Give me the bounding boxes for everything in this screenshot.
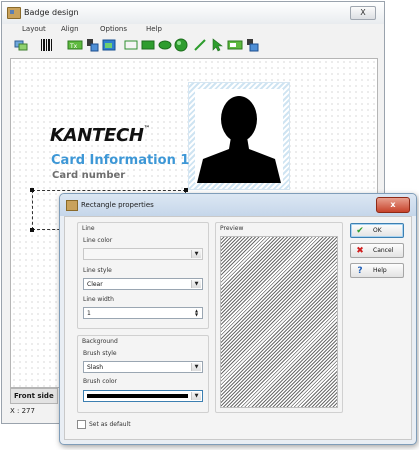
line-style-select[interactable]: Clear ▼ <box>83 278 203 290</box>
photo-frame <box>195 89 283 183</box>
menu-align[interactable]: Align <box>61 25 79 33</box>
ok-button[interactable]: ✔ OK <box>350 223 404 238</box>
line-style-value: Clear <box>87 281 103 288</box>
ok-button-label: OK <box>373 227 382 234</box>
help-button-label: Help <box>373 267 387 274</box>
preview-group: Preview <box>215 222 343 413</box>
layers-icon[interactable] <box>245 38 259 52</box>
kantech-logo[interactable]: KANTECH™ <box>50 125 150 146</box>
rectangle-properties-dialog: Rectangle properties x Line Line color ▼… <box>59 193 417 445</box>
line-group-title: Line <box>81 225 96 232</box>
image-icon[interactable] <box>102 38 116 52</box>
brush-style-value: Slash <box>87 364 104 371</box>
line-color-select[interactable]: ▼ <box>83 248 203 260</box>
resize-handle[interactable] <box>30 228 34 232</box>
window-titlebar: Badge design X <box>2 2 384 24</box>
line-width-value: 1 <box>87 310 91 317</box>
set-as-default-label: Set as default <box>89 421 131 428</box>
svg-text:Tx: Tx <box>69 43 78 50</box>
dialog-app-icon <box>66 200 78 211</box>
brush-style-label: Brush style <box>83 350 117 357</box>
cancel-button-label: Cancel <box>373 247 394 254</box>
background-group: Background Brush style Slash ▼ Brush col… <box>77 335 209 413</box>
dialog-body: Line Line color ▼ Line style Clear ▼ Lin… <box>64 216 412 440</box>
select-cards-icon[interactable] <box>14 38 28 52</box>
spin-arrows-icon[interactable]: ▲ ▼ <box>192 309 201 317</box>
line-color-label: Line color <box>83 237 113 244</box>
ellipse-icon[interactable] <box>158 38 172 52</box>
text-field-icon[interactable] <box>227 38 243 52</box>
menu-help[interactable]: Help <box>146 25 162 33</box>
help-icon: ? <box>357 266 363 276</box>
chevron-down-icon[interactable]: ▼ <box>191 392 201 400</box>
line-icon[interactable] <box>193 38 207 52</box>
status-coordinates: X : 277 <box>10 407 35 415</box>
window-title: Badge design <box>24 8 79 17</box>
line-width-label: Line width <box>83 296 114 303</box>
chevron-down-icon[interactable]: ▼ <box>191 250 201 258</box>
kantech-trademark: ™ <box>143 125 150 132</box>
line-group: Line Line color ▼ Line style Clear ▼ Lin… <box>77 222 209 329</box>
rectangle-outline-icon[interactable] <box>124 38 138 52</box>
check-icon: ✔ <box>356 226 364 236</box>
brush-style-select[interactable]: Slash ▼ <box>83 361 203 373</box>
brush-color-label: Brush color <box>83 378 117 385</box>
resize-handle[interactable] <box>184 188 188 192</box>
menu-options[interactable]: Options <box>100 25 127 33</box>
resize-handle[interactable] <box>30 188 34 192</box>
background-group-title: Background <box>81 338 119 345</box>
close-icon: ✖ <box>356 246 364 256</box>
card-information-field[interactable]: Card Information 1 <box>51 153 189 168</box>
preview-pattern <box>220 236 338 408</box>
pointer-icon[interactable] <box>210 38 224 52</box>
dialog-title: Rectangle properties <box>81 201 154 209</box>
stamp-icon[interactable] <box>85 38 99 52</box>
menu-bar: Layout Align Options Help <box>4 24 382 35</box>
line-width-stepper[interactable]: 1 ▲ ▼ <box>83 307 203 319</box>
kantech-logo-text: KANTECH <box>50 125 144 146</box>
dialog-close-button[interactable]: x <box>376 197 410 213</box>
text-icon[interactable]: Tx <box>67 38 83 52</box>
brush-color-swatch <box>87 394 188 398</box>
front-side-tab[interactable]: Front side <box>10 388 58 404</box>
barcode-icon[interactable] <box>40 38 54 52</box>
brush-color-select[interactable]: ▼ <box>83 390 203 402</box>
help-button[interactable]: ? Help <box>350 263 404 278</box>
badge-app-icon <box>7 7 21 19</box>
photo-placeholder[interactable] <box>188 82 290 190</box>
card-number-field[interactable]: Card number <box>52 170 125 181</box>
rectangle-icon[interactable] <box>141 38 155 52</box>
chevron-down-icon[interactable]: ▼ <box>191 363 201 371</box>
sphere-icon[interactable] <box>174 38 188 52</box>
cancel-button[interactable]: ✖ Cancel <box>350 243 404 258</box>
window-close-button[interactable]: X <box>350 6 376 20</box>
menu-layout[interactable]: Layout <box>22 25 46 33</box>
chevron-down-icon[interactable]: ▼ <box>191 280 201 288</box>
person-silhouette-icon <box>197 96 281 183</box>
dialog-titlebar: Rectangle properties x <box>60 194 416 216</box>
preview-label: Preview <box>219 225 245 232</box>
set-as-default-checkbox[interactable] <box>77 420 86 429</box>
line-style-label: Line style <box>83 267 112 274</box>
toolbar: Tx <box>10 37 310 55</box>
